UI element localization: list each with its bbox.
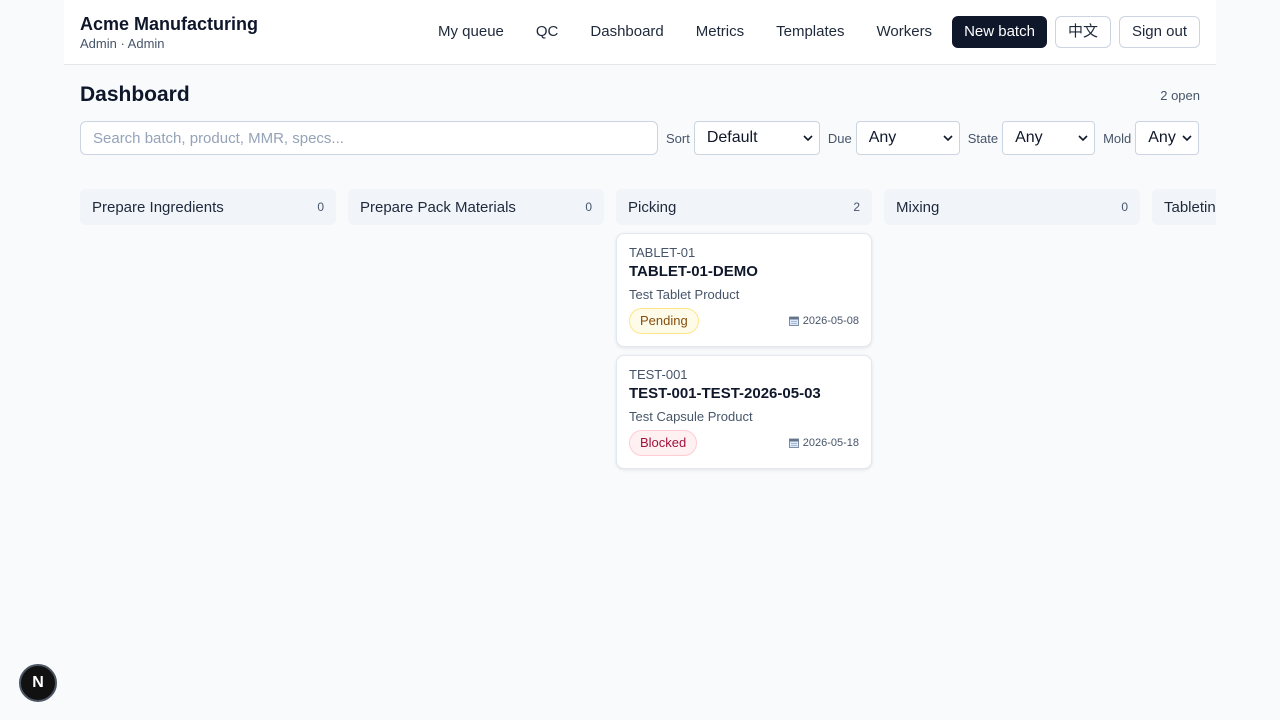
status-badge: Pending <box>629 308 699 334</box>
column-header: Prepare Pack Materials 0 <box>348 189 604 225</box>
column-mixing: Mixing 0 <box>884 189 1140 225</box>
status-badge: Blocked <box>629 430 698 456</box>
column-name: Picking <box>628 198 677 216</box>
batch-code: TEST-001 <box>629 367 688 382</box>
filter-bar: Sort Default Due Any State Any Mold Any <box>64 121 1216 155</box>
sort-value: Default <box>706 129 758 146</box>
batch-title: TABLET-01-DEMO <box>629 263 758 280</box>
brand-title: Acme Manufacturing <box>80 13 259 34</box>
batch-card[interactable]: TEST-001 TEST-001-TEST-2026-05-03 Test C… <box>616 355 872 469</box>
column-name: Tabletin <box>1164 198 1216 216</box>
column-count: 0 <box>317 200 324 214</box>
main-nav: My queue QC Dashboard Metrics Templates … <box>422 16 1200 48</box>
sort-label: Sort <box>666 130 690 146</box>
column-prepare-ingredients: Prepare Ingredients 0 <box>80 189 336 225</box>
batch-product: Test Capsule Product <box>629 409 753 424</box>
column-tableting: Tabletin <box>1152 189 1216 225</box>
chevron-down-icon <box>943 135 953 142</box>
main-container: Acme Manufacturing Admin · Admin My queu… <box>64 0 1216 720</box>
column-picking: Picking 2 TABLET-01 TABLET-01-DEMO Test … <box>616 189 872 469</box>
card-footer: Pending 2026-05-08 <box>629 308 859 334</box>
column-count: 2 <box>853 200 860 214</box>
nav-workers[interactable]: Workers <box>861 16 949 48</box>
state-select[interactable]: Any <box>1002 121 1096 155</box>
column-prepare-pack-materials: Prepare Pack Materials 0 <box>348 189 604 225</box>
language-toggle-button[interactable]: 中文 <box>1054 16 1111 48</box>
state-value: Any <box>1015 129 1043 146</box>
due-date: 2026-05-08 <box>788 315 859 327</box>
batch-title: TEST-001-TEST-2026-05-03 <box>629 385 821 402</box>
due-date-text: 2026-05-08 <box>802 315 859 327</box>
due-date-text: 2026-05-18 <box>802 437 859 449</box>
column-header: Prepare Ingredients 0 <box>80 189 336 225</box>
page: Acme Manufacturing Admin · Admin My queu… <box>0 0 1280 720</box>
nav-qc[interactable]: QC <box>520 16 575 48</box>
chevron-down-icon <box>1078 135 1088 142</box>
column-count: 0 <box>585 200 592 214</box>
calendar-icon <box>788 438 799 448</box>
due-value: Any <box>868 129 897 146</box>
column-header: Tabletin <box>1152 189 1216 225</box>
column-name: Prepare Ingredients <box>92 198 224 216</box>
mold-label: Mold <box>1103 130 1132 146</box>
card-footer: Blocked 2026-05-18 <box>629 430 859 456</box>
brand: Acme Manufacturing Admin · Admin <box>80 13 258 52</box>
calendar-icon <box>788 316 799 326</box>
batch-product: Test Tablet Product <box>629 287 740 302</box>
nav-my-queue[interactable]: My queue <box>422 16 520 48</box>
column-name: Prepare Pack Materials <box>360 198 516 216</box>
title-row: Dashboard 2 open <box>64 81 1216 109</box>
due-label: Due <box>827 130 852 146</box>
kanban-board[interactable]: Prepare Ingredients 0 Prepare Pack Mater… <box>80 189 1216 609</box>
sort-select[interactable]: Default <box>693 121 820 155</box>
nav-dashboard[interactable]: Dashboard <box>574 16 679 48</box>
nav-templates[interactable]: Templates <box>760 16 860 48</box>
column-count: 0 <box>1121 200 1128 214</box>
mold-value: Any <box>1148 129 1176 146</box>
search-input[interactable] <box>80 121 658 155</box>
page-title: Dashboard <box>80 83 190 106</box>
new-batch-button[interactable]: New batch <box>952 16 1047 48</box>
batch-code: TABLET-01 <box>629 245 696 260</box>
sign-out-button[interactable]: Sign out <box>1118 16 1200 48</box>
open-count: 2 open <box>1160 87 1200 103</box>
dev-tools-button[interactable]: N <box>19 664 57 702</box>
mold-select[interactable]: Any <box>1135 121 1200 155</box>
state-label: State <box>967 130 999 146</box>
column-header: Picking 2 <box>616 189 872 225</box>
chevron-down-icon <box>1182 135 1192 142</box>
user-role: Admin · Admin <box>80 35 165 51</box>
due-select[interactable]: Any <box>855 121 960 155</box>
nav-metrics[interactable]: Metrics <box>680 16 760 48</box>
top-bar: Acme Manufacturing Admin · Admin My queu… <box>64 0 1216 65</box>
batch-card[interactable]: TABLET-01 TABLET-01-DEMO Test Tablet Pro… <box>616 233 872 347</box>
column-name: Mixing <box>896 198 940 216</box>
column-header: Mixing 0 <box>884 189 1140 225</box>
chevron-down-icon <box>803 135 813 142</box>
due-date: 2026-05-18 <box>788 437 859 449</box>
